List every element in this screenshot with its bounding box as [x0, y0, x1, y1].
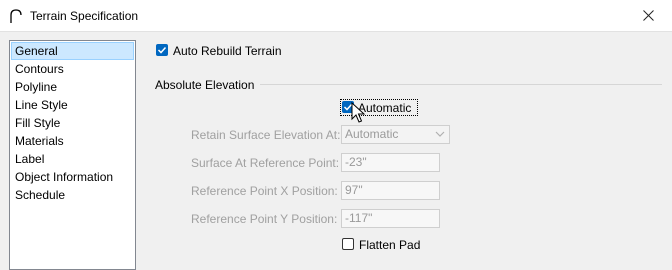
group-divider	[260, 84, 662, 85]
reference-y-field[interactable]: -117"	[341, 209, 440, 228]
sidebar-item-fill-style[interactable]: Fill Style	[11, 114, 134, 132]
title-bar: Terrain Specification	[0, 0, 672, 32]
checkmark-icon	[157, 46, 167, 54]
reference-x-field[interactable]: 97"	[341, 181, 440, 200]
arc-icon	[8, 8, 24, 24]
flatten-pad-checkbox[interactable]	[342, 238, 354, 250]
mouse-cursor-icon	[351, 102, 365, 123]
surface-reference-label: Surface At Reference Point:	[191, 156, 340, 170]
retain-surface-value: Automatic	[345, 127, 399, 141]
sidebar-item-label[interactable]: Label	[11, 150, 134, 168]
sidebar-item-polyline[interactable]: Polyline	[11, 78, 134, 96]
absolute-elevation-group-title: Absolute Elevation	[155, 78, 255, 92]
sidebar-item-line-style[interactable]: Line Style	[11, 96, 134, 114]
automatic-label[interactable]: Automatic	[358, 101, 411, 115]
retain-surface-select[interactable]: Automatic	[341, 125, 450, 144]
flatten-pad-label[interactable]: Flatten Pad	[359, 238, 420, 252]
window-title: Terrain Specification	[30, 9, 139, 23]
sidebar-item-contours[interactable]: Contours	[11, 60, 134, 78]
sidebar-item-materials[interactable]: Materials	[11, 132, 134, 150]
close-button[interactable]	[626, 0, 672, 32]
reference-y-label: Reference Point Y Position:	[191, 212, 338, 226]
auto-rebuild-label[interactable]: Auto Rebuild Terrain	[173, 44, 282, 58]
close-icon	[643, 10, 654, 21]
sidebar-item-object-information[interactable]: Object Information	[11, 168, 134, 186]
category-list[interactable]: General Contours Polyline Line Style Fil…	[9, 40, 136, 270]
reference-x-value: 97"	[345, 183, 363, 197]
sidebar-item-schedule[interactable]: Schedule	[11, 186, 134, 204]
chevron-down-icon	[435, 131, 445, 137]
surface-reference-field[interactable]: -23"	[341, 153, 440, 172]
sidebar-item-general[interactable]: General	[11, 42, 134, 60]
reference-x-label: Reference Point X Position:	[191, 184, 338, 198]
surface-reference-value: -23"	[345, 155, 367, 169]
retain-surface-label: Retain Surface Elevation At:	[191, 128, 341, 142]
auto-rebuild-checkbox[interactable]	[156, 44, 168, 56]
reference-y-value: -117"	[345, 211, 373, 225]
